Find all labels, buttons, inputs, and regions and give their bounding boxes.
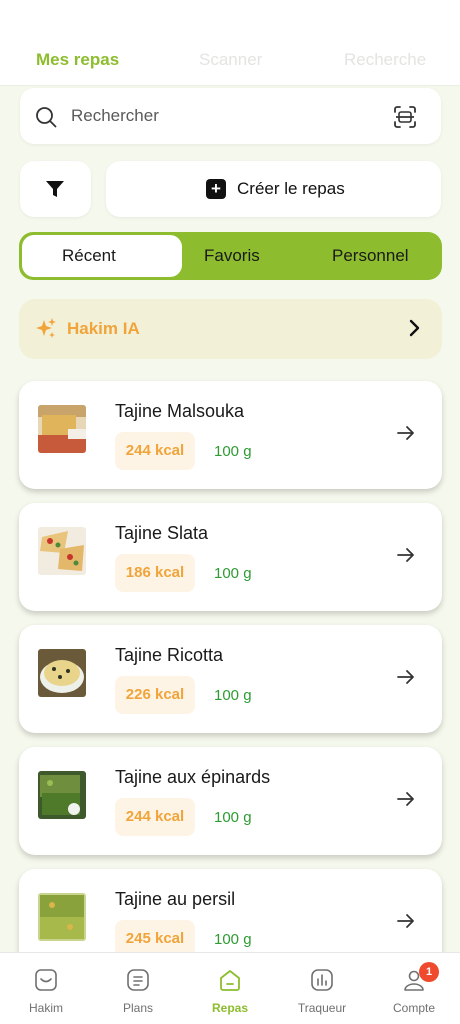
arrow-right-icon[interactable] xyxy=(396,912,416,930)
meal-thumbnail xyxy=(38,771,86,819)
nav-repas-label: Repas xyxy=(211,1001,249,1015)
filter-button[interactable] xyxy=(20,161,91,217)
meal-weight: 100 g xyxy=(214,443,252,460)
tab-mes-repas[interactable]: Mes repas xyxy=(36,50,119,70)
top-tab-bar: Mes repas Scanner Recherche xyxy=(0,0,460,86)
meal-thumbnail xyxy=(38,649,86,697)
create-meal-label: Créer le repas xyxy=(237,179,345,198)
nav-compte[interactable]: 1 Compte xyxy=(368,953,460,1024)
search-bar[interactable]: Rechercher xyxy=(20,88,441,144)
bottom-nav: Hakim Plans Repas Traqueur 1 Compte xyxy=(0,952,460,1024)
meal-card[interactable]: Tajine Ricotta 226 kcal 100 g xyxy=(19,625,442,733)
scan-icon[interactable] xyxy=(393,105,417,129)
search-icon xyxy=(36,107,57,128)
nav-traqueur-label: Traqueur xyxy=(297,1001,347,1015)
chevron-right-icon xyxy=(409,319,420,337)
arrow-right-icon[interactable] xyxy=(396,546,416,564)
nav-repas[interactable]: Repas xyxy=(184,953,276,1024)
meal-thumbnail xyxy=(38,527,86,575)
meal-weight: 100 g xyxy=(214,687,252,704)
tab-recherche[interactable]: Recherche xyxy=(344,50,426,70)
meal-card[interactable]: Tajine Malsouka 244 kcal 100 g xyxy=(19,381,442,489)
plans-icon xyxy=(127,969,149,991)
meal-name: Tajine au persil xyxy=(115,889,236,909)
meal-kcal: 186 kcal xyxy=(115,554,195,592)
meal-thumbnail xyxy=(38,893,86,941)
meal-name: Tajine Ricotta xyxy=(115,645,224,665)
arrow-right-icon[interactable] xyxy=(396,424,416,442)
nav-compte-label: Compte xyxy=(392,1001,436,1015)
hakim-icon xyxy=(35,969,57,991)
nav-plans[interactable]: Plans xyxy=(92,953,184,1024)
meal-card[interactable]: Tajine aux épinards 244 kcal 100 g xyxy=(19,747,442,855)
arrow-right-icon[interactable] xyxy=(396,668,416,686)
tab-scanner[interactable]: Scanner xyxy=(199,50,262,70)
meal-weight: 100 g xyxy=(214,565,252,582)
meal-kcal: 226 kcal xyxy=(115,676,195,714)
search-input[interactable]: Rechercher xyxy=(71,106,159,126)
meal-kcal: 244 kcal xyxy=(115,798,195,836)
nav-hakim[interactable]: Hakim xyxy=(0,953,92,1024)
hakim-ia-label: Hakim IA xyxy=(67,319,140,338)
repas-icon xyxy=(220,970,240,991)
segment-personnel[interactable]: Personnel xyxy=(332,246,409,266)
nav-plans-label: Plans xyxy=(122,1001,154,1015)
meal-weight: 100 g xyxy=(214,809,252,826)
meal-kcal: 244 kcal xyxy=(115,432,195,470)
nav-traqueur[interactable]: Traqueur xyxy=(276,953,368,1024)
arrow-right-icon[interactable] xyxy=(396,790,416,808)
meal-card[interactable]: Tajine Slata 186 kcal 100 g xyxy=(19,503,442,611)
meal-name: Tajine Malsouka xyxy=(115,401,245,421)
meal-name: Tajine aux épinards xyxy=(115,767,271,787)
filter-icon xyxy=(46,181,64,197)
meal-thumbnail xyxy=(38,405,86,453)
segment-recent-label[interactable]: Récent xyxy=(62,246,116,266)
meal-name: Tajine Slata xyxy=(115,523,209,543)
plus-icon: + xyxy=(206,179,226,199)
meal-weight: 100 g xyxy=(214,931,252,948)
create-meal-button[interactable]: + Créer le repas xyxy=(106,161,441,217)
tracker-icon xyxy=(311,969,333,991)
nav-hakim-label: Hakim xyxy=(28,1001,63,1015)
segment-control: Récent Favoris Personnel xyxy=(19,232,442,280)
segment-favoris[interactable]: Favoris xyxy=(204,246,260,266)
hakim-ia-banner[interactable]: Hakim IA xyxy=(19,299,442,359)
sparkle-icon xyxy=(36,318,56,338)
notification-badge: 1 xyxy=(419,962,439,982)
